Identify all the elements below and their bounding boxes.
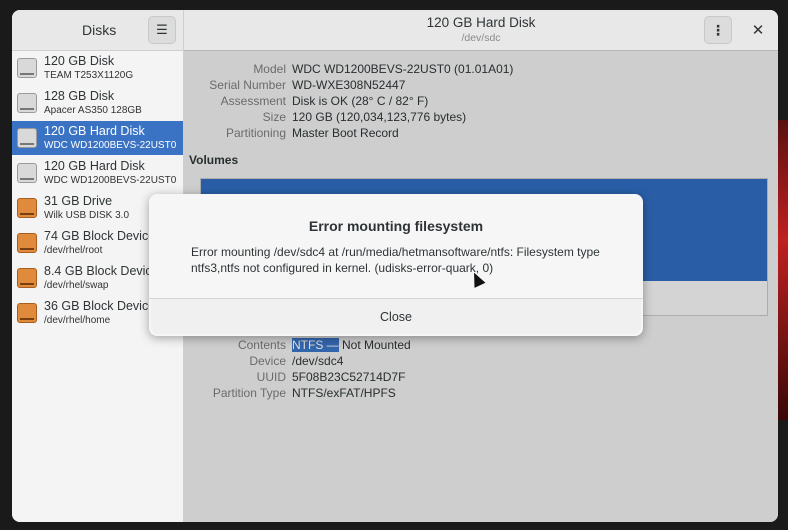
main-header: 120 GB Hard Disk /dev/sdc ⋮ ✕ [184,10,778,51]
device-name: 31 GB Drive [44,194,113,208]
device-name: 120 GB Hard Disk [44,159,145,173]
block-device-icon [17,233,37,253]
menu-button[interactable]: ☰ [148,16,176,44]
device-model: Apacer AS350 128GB [44,105,142,116]
device-model: /dev/rhel/home [44,315,111,326]
dialog-message: Error mounting /dev/sdc4 at /run/media/h… [191,245,600,275]
block-device-icon [17,303,37,323]
close-window-button[interactable]: ✕ [746,18,770,42]
device-model: Wilk USB DISK 3.0 [44,210,130,221]
device-model: /dev/rhel/root [44,245,103,256]
device-model: /dev/rhel/swap [44,280,109,291]
disk-path: /dev/sdc [461,32,501,44]
device-item-selected[interactable]: 120 GB Hard Disk WDC WD1200BEVS-22UST0 [12,121,183,155]
block-device-icon [17,268,37,288]
close-icon: ✕ [751,22,765,39]
sidebar-header: Disks ☰ [12,10,183,51]
disk-icon [17,93,37,113]
device-name: 74 GB Block Device [44,229,156,243]
device-model: WDC WD1200BEVS-22UST0 [44,175,177,186]
vertical-dots-icon: ⋮ [711,21,725,38]
device-name: 8.4 GB Block Device [44,264,159,278]
close-button[interactable]: Close [151,299,641,334]
dialog-title: Error mounting filesystem [308,218,484,234]
device-model: TEAM T253X1120G [44,70,134,81]
device-model: WDC WD1200BEVS-22UST0 [44,140,177,151]
device-item[interactable]: 128 GB Disk Apacer AS350 128GB [12,86,183,120]
disk-icon [17,58,37,78]
disk-title: 120 GB Hard Disk [426,15,536,30]
drive-options-button[interactable]: ⋮ [704,16,732,44]
device-name: 120 GB Hard Disk [44,124,145,138]
device-item[interactable]: 120 GB Disk TEAM T253X1120G [12,51,183,85]
sidebar-title: Disks [82,22,117,38]
drive-icon [17,198,37,218]
disk-icon [17,163,37,183]
device-name: 36 GB Block Device [44,299,156,313]
device-name: 128 GB Disk [44,89,115,103]
device-name: 120 GB Disk [44,54,115,68]
device-item[interactable]: 120 GB Hard Disk WDC WD1200BEVS-22UST0 [12,156,183,190]
error-dialog: Error mounting filesystem Error mounting… [149,194,643,336]
hamburger-icon: ☰ [156,22,168,37]
disk-icon [17,128,37,148]
